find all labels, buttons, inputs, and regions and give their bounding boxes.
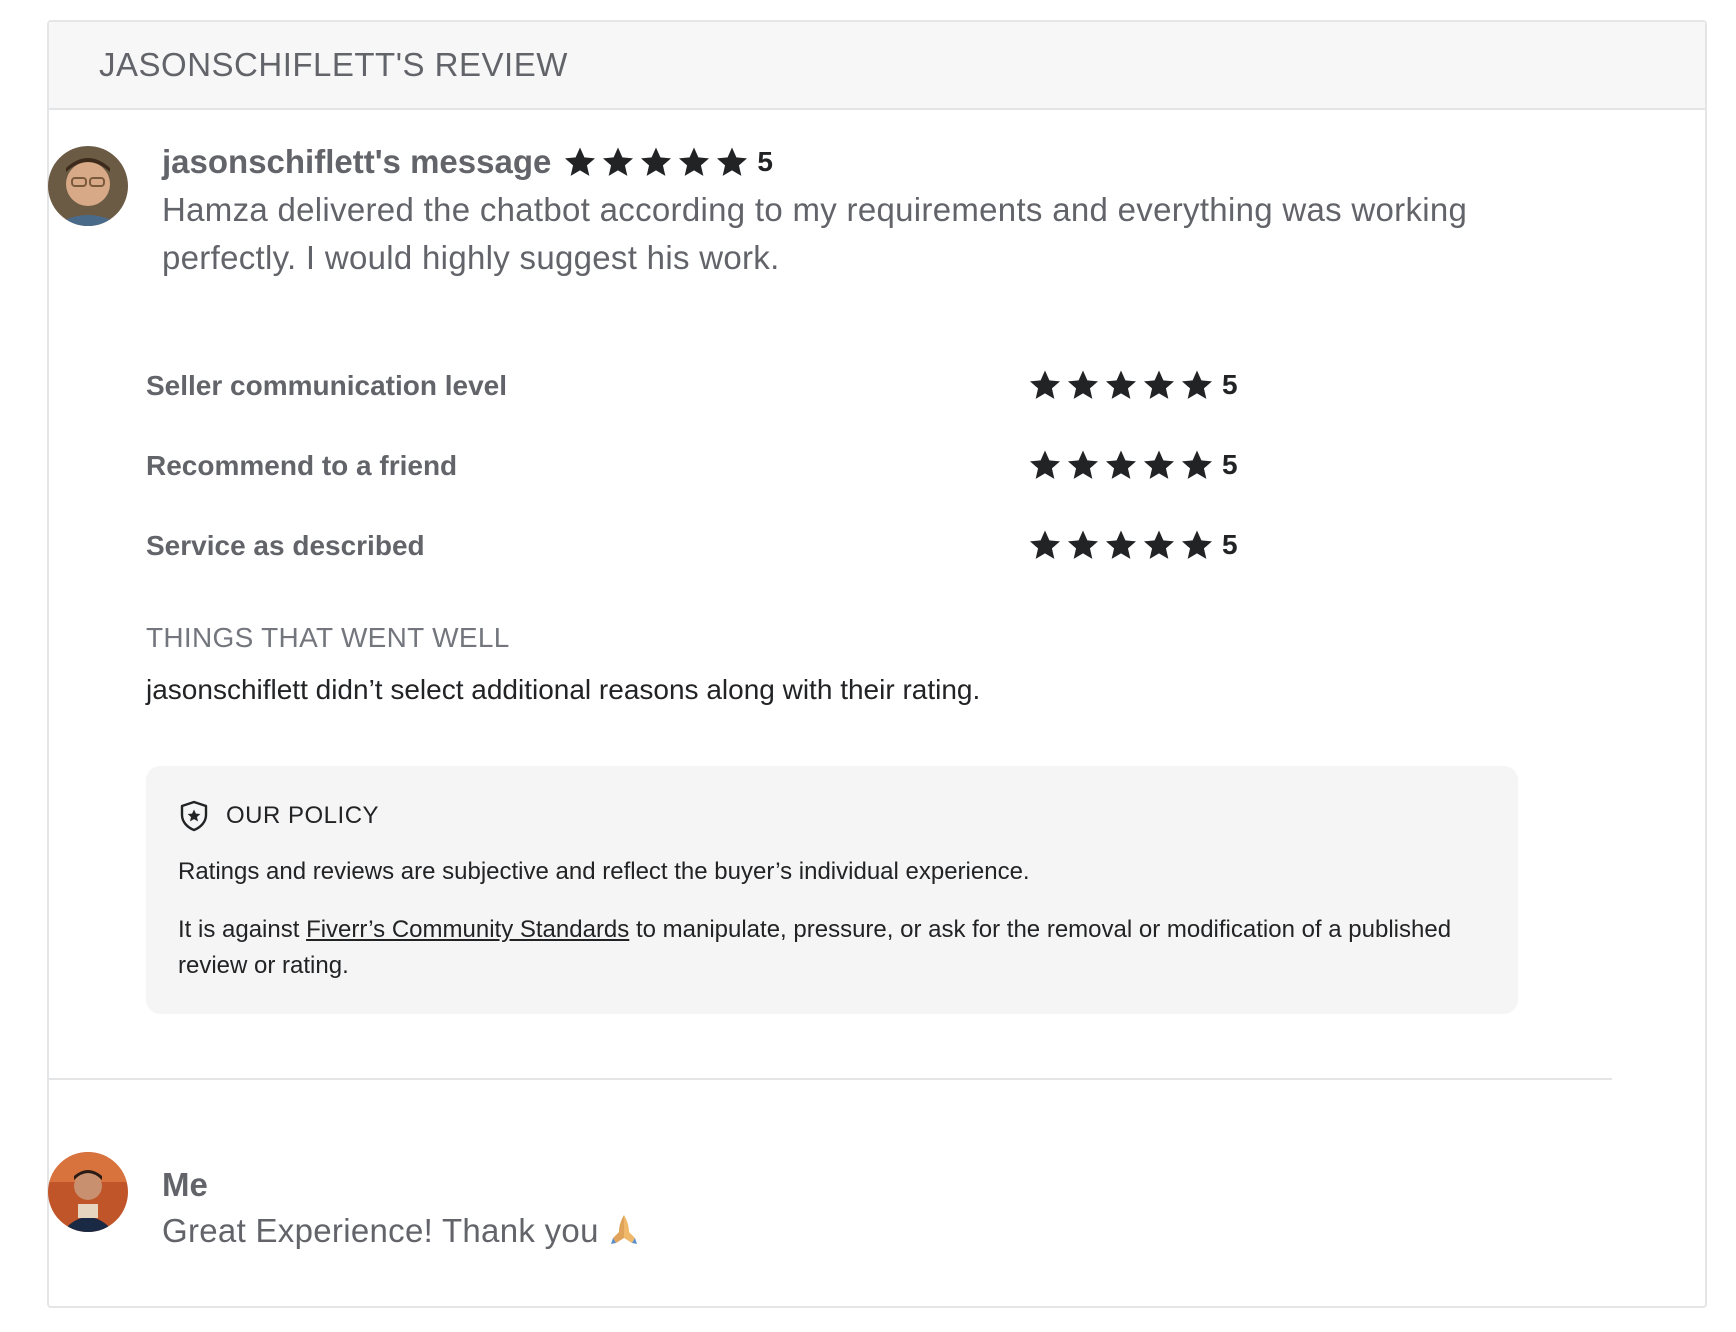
star-icon [1142, 528, 1176, 562]
went-well-text: jasonschiflett didn’t select additional … [146, 674, 981, 705]
star-icon [1104, 368, 1138, 402]
policy-header: OUR POLICY [178, 796, 1486, 836]
buyer-message-text: Hamza delivered the chatbot according to… [162, 191, 1468, 276]
reply-message: Great Experience! Thank you [162, 1212, 641, 1254]
praying-hands-icon [607, 1212, 641, 1254]
buyer-message-header: jasonschiflett's message 5 [162, 138, 773, 186]
policy-standards-text: It is against Fiverr’s Community Standar… [178, 912, 1478, 984]
criteria-label: Service as described [146, 530, 425, 561]
star-icon [601, 145, 635, 179]
buyer-avatar[interactable] [48, 146, 128, 226]
star-icon [1180, 528, 1214, 562]
star-icon [1104, 448, 1138, 482]
review-header: JASONSCHIFLETT'S REVIEW [49, 22, 1705, 110]
buyer-star-rating: 5 [563, 145, 773, 179]
star-icon [1028, 528, 1062, 562]
star-icon [1180, 368, 1214, 402]
criteria-stars: 5 [1028, 448, 1238, 482]
star-icon [1180, 448, 1214, 482]
criteria-rating-value: 5 [1222, 449, 1238, 480]
criteria-label: Recommend to a friend [146, 450, 458, 481]
shield-star-icon [178, 800, 210, 832]
went-well-title: THINGS THAT WENT WELL [146, 622, 510, 653]
policy-text: Ratings and reviews are subjective and r… [178, 858, 1030, 885]
buyer-rating-value: 5 [757, 146, 773, 177]
buyer-message-label: jasonschiflett's message [162, 143, 552, 180]
star-icon [563, 145, 597, 179]
star-icon [1066, 448, 1100, 482]
rating-criteria: Seller communication level 5 Recommend t… [146, 362, 1246, 602]
star-icon [1028, 448, 1062, 482]
star-icon [1066, 368, 1100, 402]
reply-author: Me [162, 1166, 208, 1203]
star-icon [639, 145, 673, 179]
star-icon [715, 145, 749, 179]
star-icon [677, 145, 711, 179]
reply-text: Great Experience! Thank you [162, 1212, 599, 1249]
community-standards-link[interactable]: Fiverr’s Community Standards [306, 916, 629, 943]
star-icon [1142, 368, 1176, 402]
star-icon [1142, 448, 1176, 482]
criteria-stars: 5 [1028, 368, 1238, 402]
criteria-row: Service as described 5 [146, 522, 1246, 602]
star-icon [1104, 528, 1138, 562]
criteria-label: Seller communication level [146, 370, 508, 401]
policy-text-prefix: It is against [178, 916, 307, 943]
section-divider [48, 1078, 1612, 1080]
policy-title: OUR POLICY [226, 802, 380, 829]
criteria-stars: 5 [1028, 528, 1238, 562]
review-title: JASONSCHIFLETT'S REVIEW [99, 46, 568, 83]
criteria-row: Recommend to a friend 5 [146, 442, 1246, 522]
star-icon [1066, 528, 1100, 562]
criteria-rating-value: 5 [1222, 369, 1238, 400]
criteria-row: Seller communication level 5 [146, 362, 1246, 442]
star-icon [1028, 368, 1062, 402]
seller-avatar[interactable] [48, 1152, 128, 1232]
criteria-rating-value: 5 [1222, 529, 1238, 560]
policy-box: OUR POLICY Ratings and reviews are subje… [146, 766, 1518, 1014]
